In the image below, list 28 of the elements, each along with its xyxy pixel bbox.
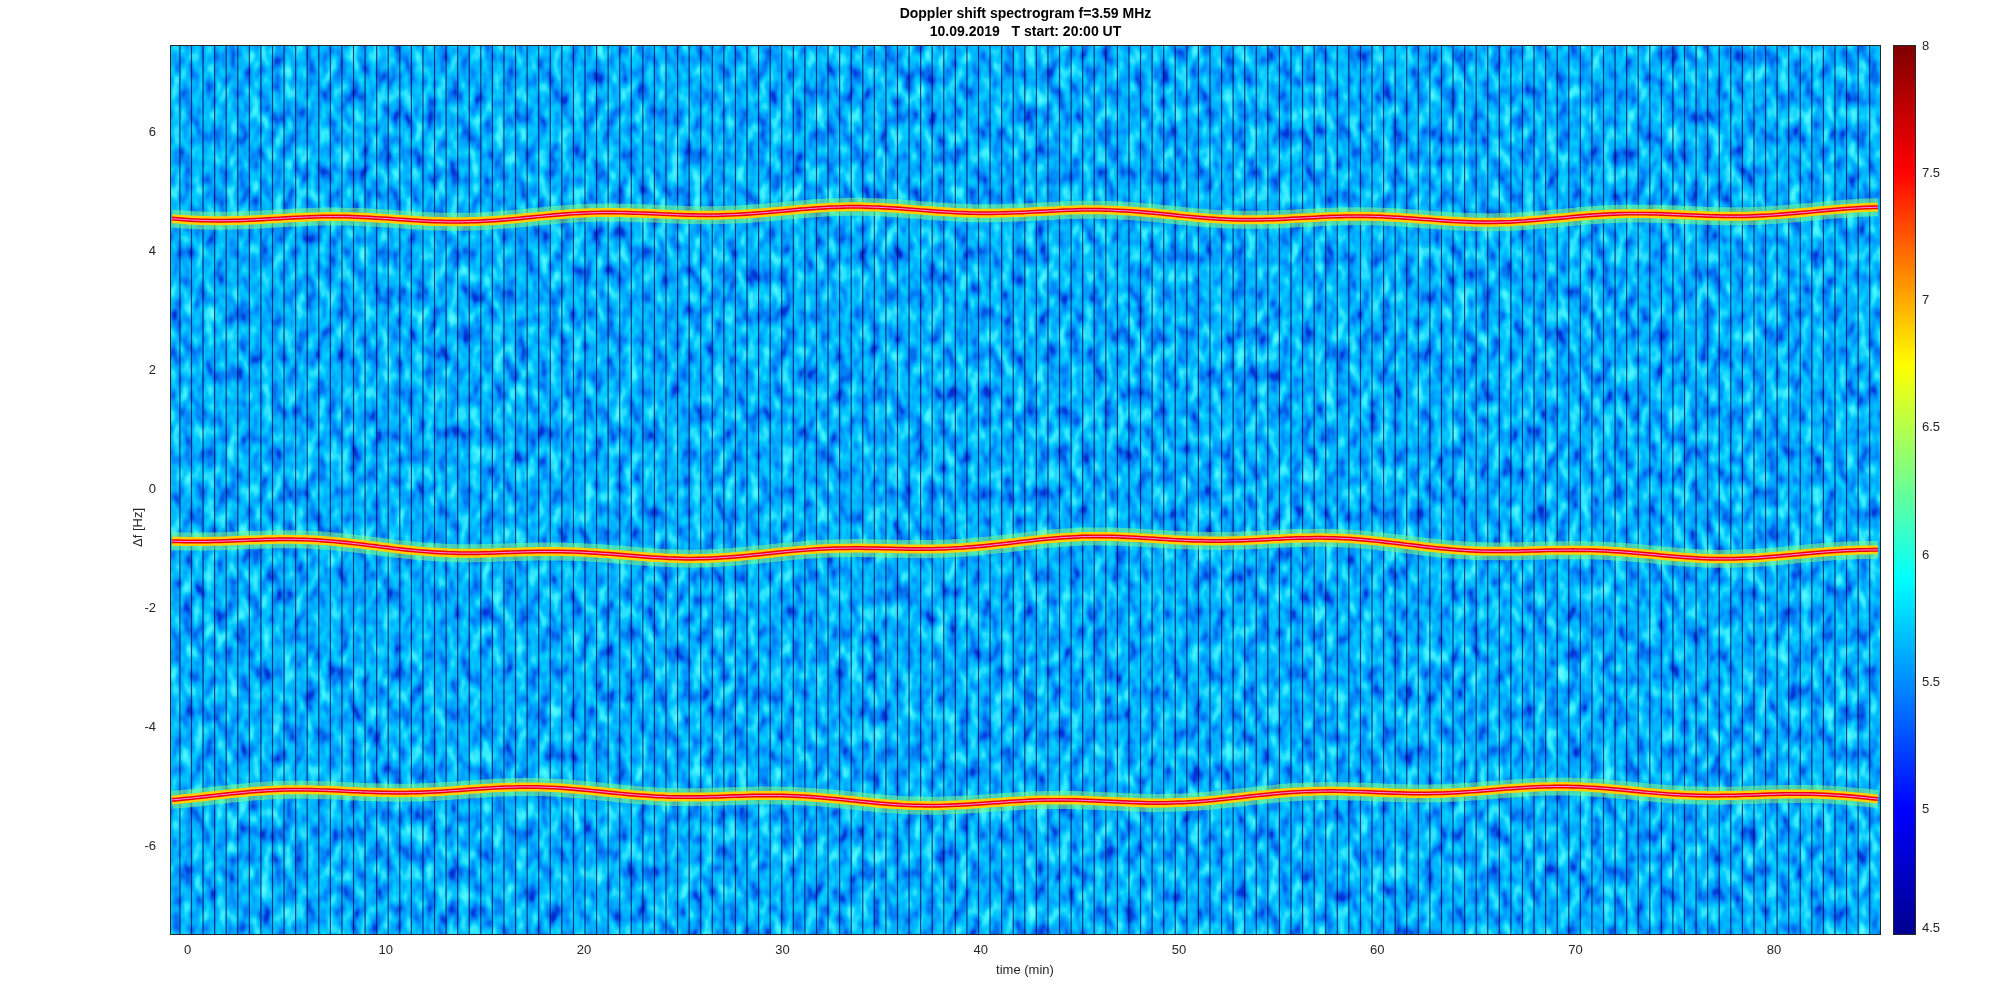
axis-tick-label: 2	[148, 362, 156, 377]
axis-tick-label: 30	[775, 942, 790, 957]
plot-subtitle: 10.09.2019 T start: 20:00 UT	[929, 22, 1122, 40]
axis-tick-label: -2	[144, 600, 156, 615]
axis-label: time (min)	[996, 962, 1054, 977]
colorbar-tick-label: 5.5	[1922, 673, 1941, 689]
colorbar-tick-label: 8	[1922, 38, 1930, 53]
axis-tick-label: 6	[148, 124, 156, 139]
plot-title: Doppler shift spectrogram f=3.59 MHz	[899, 4, 1152, 22]
axis-tick-label: -4	[144, 719, 156, 734]
colorbar-tick-label: 6	[1922, 546, 1930, 562]
axis-tick-label: 50	[1171, 942, 1187, 957]
axis-tick-label: 4	[148, 243, 156, 258]
colorbar-tick-label: 4.5	[1922, 920, 1941, 935]
axis-tick-label: -6	[144, 838, 156, 853]
axis-label: Δf [Hz]	[130, 508, 145, 547]
axis-tick-label: 80	[1766, 942, 1782, 957]
colorbar-tick-label: 7.5	[1922, 165, 1941, 181]
axis-tick-label: 0	[148, 481, 156, 496]
axis-tick-label: 10	[378, 942, 394, 957]
axis-tick-label: 70	[1568, 942, 1583, 957]
axis-tick-label: 20	[576, 942, 592, 957]
axis-tick-label: 40	[973, 942, 988, 957]
colorbar-tick-label: 7	[1922, 292, 1930, 308]
colorbar-tick-label: 5	[1922, 800, 1930, 816]
colorbar-tick-label: 6.5	[1922, 419, 1941, 435]
axis-tick-label: 0	[183, 942, 192, 957]
axis-tick-label: 60	[1370, 942, 1385, 957]
